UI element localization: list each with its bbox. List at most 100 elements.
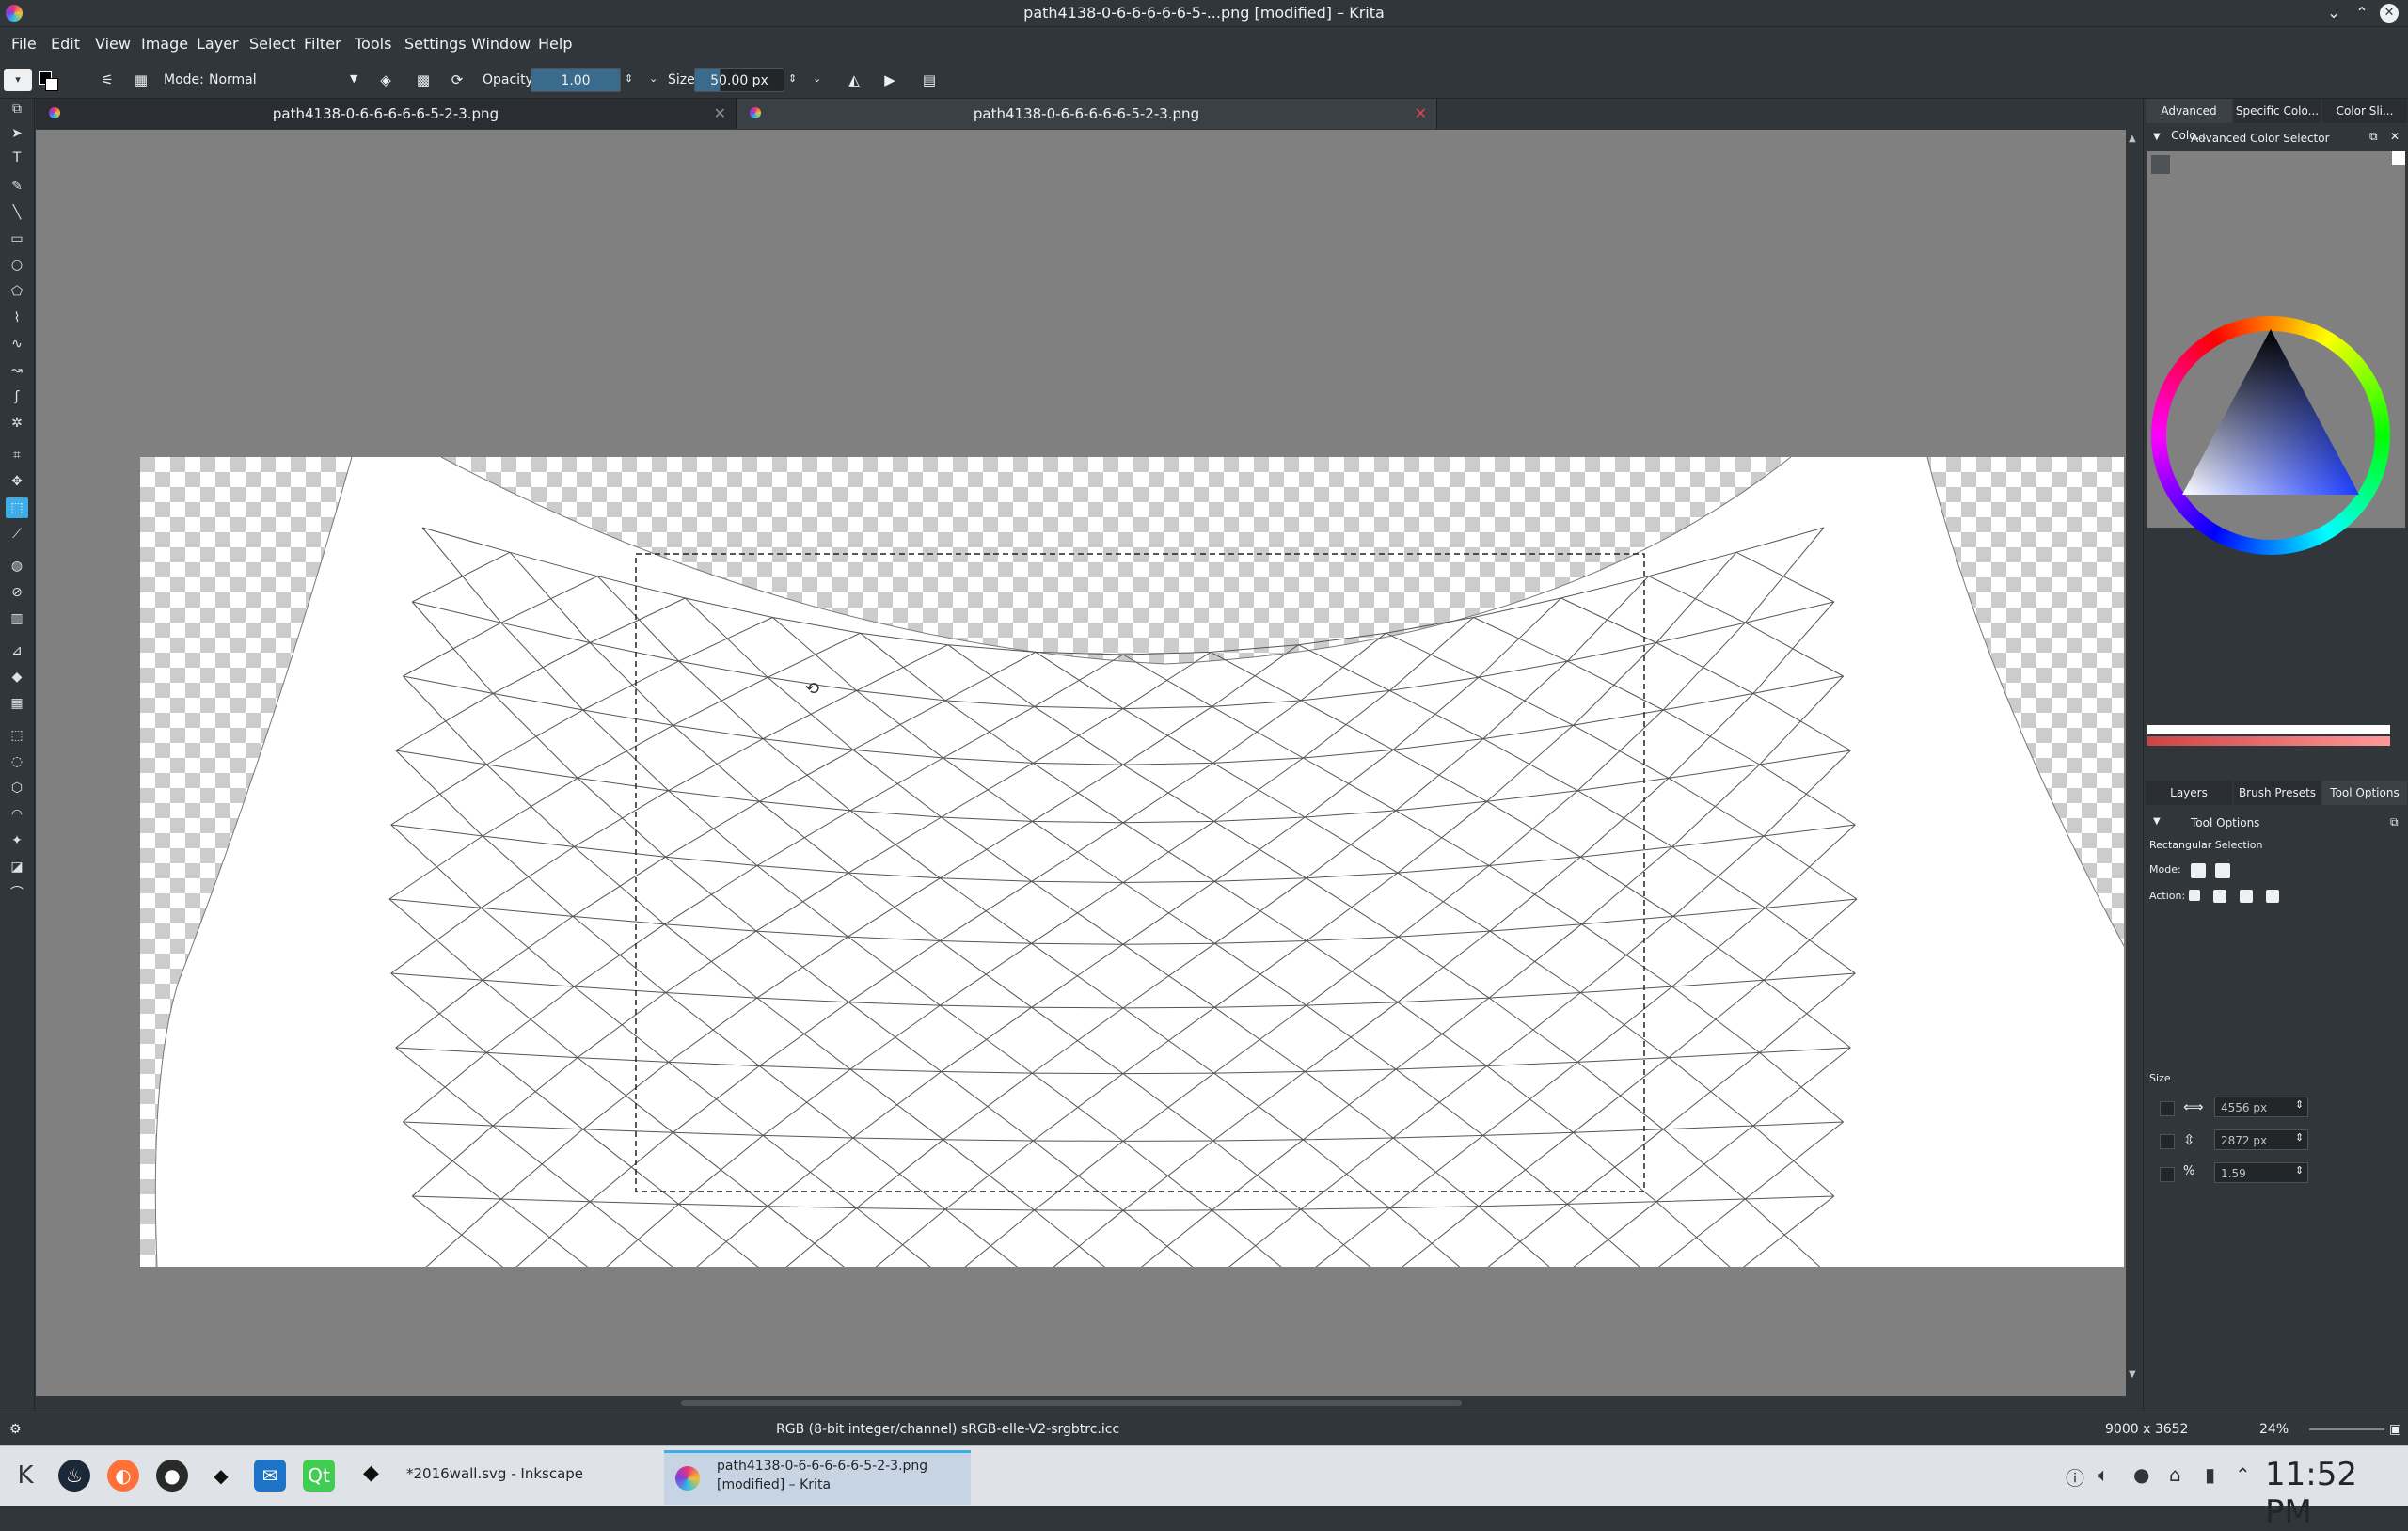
grid-tool-icon[interactable]: ▦ (6, 693, 28, 714)
float-icon[interactable]: ⧉ (2369, 130, 2378, 144)
action-add-icon[interactable] (2213, 890, 2226, 903)
info-icon[interactable]: ⓘ (2066, 1463, 2084, 1491)
magnetic-select-icon[interactable]: ⌒ (6, 883, 28, 904)
ellipse-tool-icon[interactable]: ○ (6, 255, 28, 276)
measure-tool-icon[interactable]: ⊿ (6, 640, 28, 661)
color-history-bar[interactable] (2147, 725, 2390, 734)
ratio-field[interactable]: 1.59 (2214, 1162, 2308, 1183)
color-patch-bar[interactable] (2147, 736, 2390, 746)
task-krita[interactable]: path4138-0-6-6-6-6-6-5-2-3.png [modified… (664, 1450, 971, 1505)
intersect-mode-icon[interactable] (2215, 863, 2230, 878)
scroll-up-icon[interactable]: ▲ (2129, 134, 2136, 144)
color-swatch-icon[interactable] (34, 69, 62, 91)
music-player-icon[interactable]: ● (156, 1460, 188, 1492)
tab-color-sliders[interactable]: Color Sli... (2322, 99, 2407, 123)
dock-toggle-icon[interactable]: ⧉ (6, 99, 28, 119)
menu-help[interactable]: Help (538, 35, 572, 53)
menu-view[interactable]: View (95, 35, 131, 53)
kde-launcher-icon[interactable]: K (9, 1460, 41, 1492)
polygon-tool-icon[interactable]: ⬠ (6, 281, 28, 302)
freehand-select-icon[interactable]: ◠ (6, 804, 28, 825)
scroll-down-icon[interactable]: ▼ (2129, 1369, 2136, 1380)
size-chevron-icon[interactable]: ⌄ (813, 72, 821, 85)
opacity-chevron-icon[interactable]: ⌄ (649, 72, 657, 85)
saturation-value-triangle[interactable] (2151, 316, 2390, 555)
tab-advanced-color[interactable]: Advanced Colo... (2146, 99, 2232, 142)
menu-file[interactable]: File (11, 35, 37, 53)
text-tool-icon[interactable]: T (6, 148, 28, 168)
opacity-spin-icon[interactable]: ⇕ (625, 72, 633, 85)
zoom-slider[interactable] (2309, 1428, 2384, 1430)
color-picker-icon[interactable]: ⊘ (6, 582, 28, 603)
menu-settings[interactable]: Settings (404, 35, 467, 53)
brush-preset-icon[interactable]: ▾ (4, 69, 32, 91)
tab-brush-presets[interactable]: Brush Presets (2234, 781, 2321, 805)
magic-wand-icon[interactable]: ✦ (6, 830, 28, 851)
volume-icon[interactable]: 🔈︎ (2098, 1463, 2109, 1486)
workspace-icon[interactable]: ▤ (918, 69, 941, 91)
height-field[interactable]: 2872 px (2214, 1129, 2308, 1150)
ratio-lock-checkbox[interactable] (2160, 1167, 2175, 1182)
menu-filter[interactable]: Filter (304, 35, 341, 53)
smart-patch-icon[interactable]: ◆ (6, 667, 28, 687)
width-spin-icon[interactable]: ⇕ (2295, 1098, 2304, 1111)
close-icon[interactable]: ✕ (1415, 104, 1427, 122)
replace-mode-icon[interactable] (2191, 863, 2206, 878)
menu-image[interactable]: Image (141, 35, 188, 53)
collapse-icon[interactable]: ▼ (2153, 816, 2161, 827)
document-image[interactable] (140, 457, 2124, 1267)
menu-edit[interactable]: Edit (51, 35, 80, 53)
menu-tools[interactable]: Tools (355, 35, 391, 53)
qt-creator-icon[interactable]: Qt (303, 1460, 335, 1492)
menu-window[interactable]: Window (471, 35, 531, 53)
brush-size-slider[interactable]: 50.00 px (694, 68, 784, 92)
ellipse-select-icon[interactable]: ◌ (6, 751, 28, 772)
width-lock-checkbox[interactable] (2160, 1101, 2175, 1116)
steam-icon[interactable]: ♨ (58, 1460, 90, 1492)
mirror-vertical-icon[interactable]: ▶ (879, 69, 901, 91)
minimize-button[interactable]: ⌄ (2323, 3, 2344, 24)
height-spin-icon[interactable]: ⇕ (2295, 1131, 2304, 1144)
brush-tool-icon[interactable]: ✎ (6, 176, 28, 197)
rectangle-tool-icon[interactable]: ▭ (6, 229, 28, 249)
crop-tool-icon[interactable]: ⌗ (6, 445, 28, 466)
transform-tool-icon[interactable]: ⬚ (6, 497, 28, 518)
device-icon[interactable]: ⌂ (2169, 1463, 2181, 1486)
move-tool-icon[interactable]: ✥ (6, 471, 28, 492)
gradient-tool-icon[interactable]: ▥ (6, 608, 28, 629)
brush-settings-icon[interactable]: ⚟ (96, 69, 119, 91)
color-settings-icon[interactable] (2151, 155, 2170, 174)
polygon-select-icon[interactable]: ⬡ (6, 778, 28, 798)
action-replace-icon[interactable] (2189, 890, 2200, 901)
size-spin-icon[interactable]: ⇕ (788, 72, 797, 85)
ratio-spin-icon[interactable]: ⇕ (2295, 1164, 2304, 1176)
action-intersect-icon[interactable] (2266, 890, 2279, 903)
canvas-area[interactable]: ⟲ (36, 130, 2126, 1396)
close-icon[interactable]: ✕ (2390, 130, 2400, 143)
similar-select-icon[interactable]: ◪ (6, 857, 28, 877)
float-icon[interactable]: ⧉ (2390, 815, 2399, 829)
inkscape-launcher-icon[interactable]: ◆ (205, 1460, 237, 1492)
fill-tool-icon[interactable]: ◍ (6, 556, 28, 576)
line-tool-icon[interactable]: ╲ (6, 202, 28, 223)
horizontal-scrollbar[interactable] (36, 1396, 2126, 1411)
zoom-level[interactable]: 24% (2259, 1422, 2289, 1437)
fullscreen-icon[interactable]: ▣ (2389, 1422, 2401, 1437)
width-field[interactable]: 4556 px (2214, 1097, 2308, 1117)
action-subtract-icon[interactable] (2240, 890, 2253, 903)
firefox-icon[interactable]: ◐ (107, 1460, 139, 1492)
tab-document-1[interactable]: path4138-0-6-6-6-6-6-5-2-3.png ✕ (36, 99, 737, 129)
reload-preset-icon[interactable]: ⟳ (446, 69, 468, 91)
tab-document-2[interactable]: path4138-0-6-6-6-6-6-5-2-3.png ✕ (737, 99, 1437, 129)
rect-select-icon[interactable]: ⬚ (6, 725, 28, 746)
close-icon[interactable]: ✕ (714, 104, 726, 122)
erase-mode-icon[interactable]: ◈ (374, 69, 397, 91)
menu-layer[interactable]: Layer (197, 35, 239, 53)
media-icon[interactable]: ● (2133, 1463, 2149, 1486)
assistant-tool-icon[interactable]: ⟋ (6, 524, 28, 545)
tab-layers[interactable]: Layers (2146, 781, 2232, 805)
scroll-thumb[interactable] (681, 1400, 1462, 1406)
height-lock-checkbox[interactable] (2160, 1134, 2175, 1149)
close-window-button[interactable]: ✕ (2380, 4, 2399, 23)
mirror-horizontal-icon[interactable]: ◭ (843, 69, 865, 91)
